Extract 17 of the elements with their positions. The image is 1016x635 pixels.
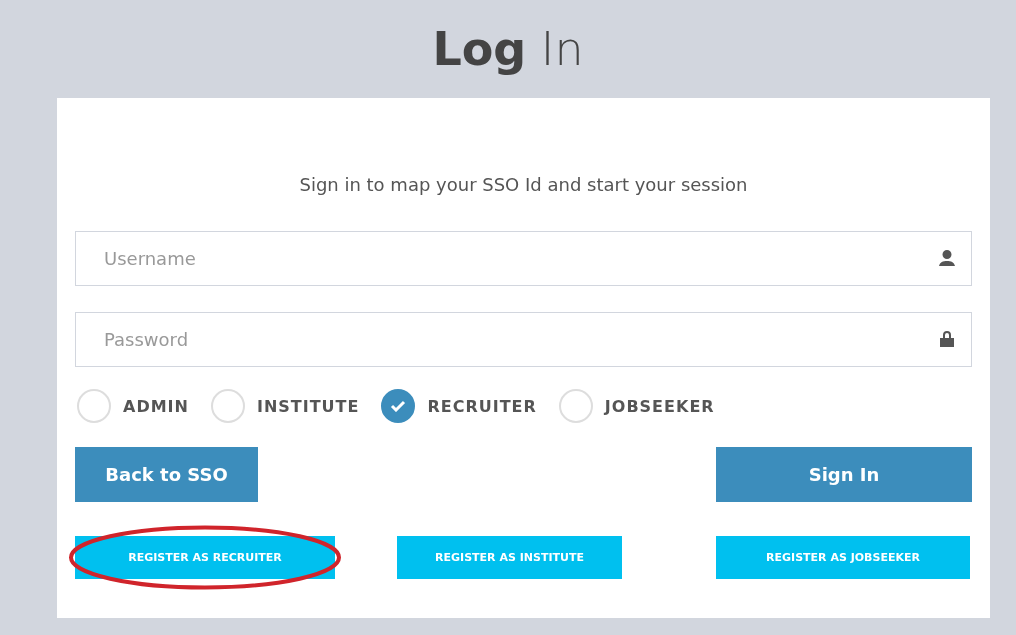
- radio-button[interactable]: [381, 389, 416, 423]
- role-label: INSTITUTE: [256, 396, 360, 416]
- role-label: ADMIN: [123, 396, 189, 416]
- sign-in-button[interactable]: Sign In: [716, 447, 972, 502]
- register-button[interactable]: REGISTER AS INSTITUTE: [397, 536, 622, 579]
- input-field[interactable]: Username: [75, 231, 972, 286]
- register-button[interactable]: REGISTER AS JOBSEEKER: [716, 536, 970, 579]
- role-label: RECRUITER: [427, 396, 537, 416]
- login-subtitle: Sign in to map your SSO Id and start your session: [299, 174, 748, 195]
- check-icon: [390, 400, 407, 412]
- page-title: Log In: [432, 22, 584, 76]
- lock-icon: [938, 330, 956, 348]
- register-button[interactable]: REGISTER AS RECRUITER: [75, 536, 335, 579]
- user-icon: [938, 249, 956, 267]
- back-button[interactable]: Back to SSO: [75, 447, 258, 502]
- role-label: JOBSEEKER: [604, 396, 715, 416]
- input-field[interactable]: Password: [75, 312, 972, 367]
